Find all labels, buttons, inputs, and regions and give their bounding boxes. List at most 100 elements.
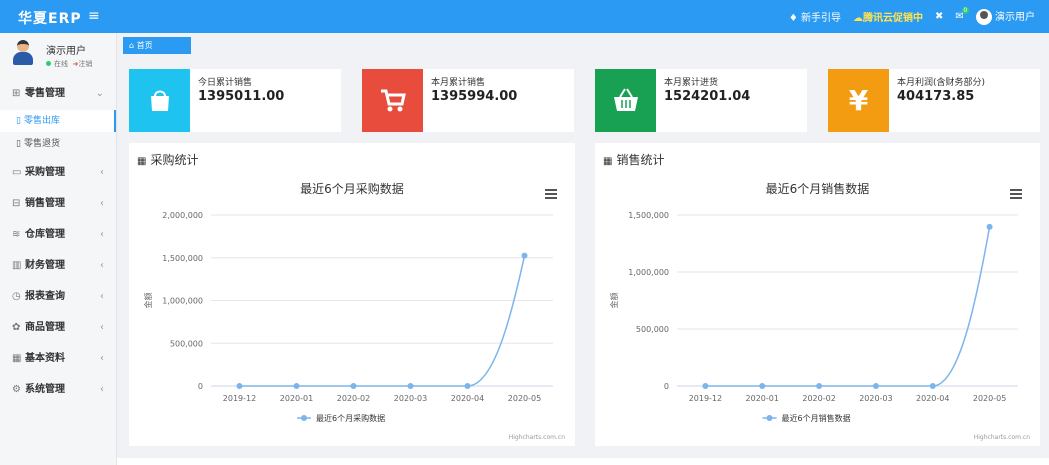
- menu-toggle-icon[interactable]: ≡: [88, 8, 100, 24]
- chart-title: 最近6个月销售数据: [766, 181, 870, 196]
- fullscreen-icon[interactable]: ✖: [935, 11, 943, 22]
- y-tick-label: 500,000: [170, 339, 203, 348]
- sidebar-item-sales[interactable]: ⊟ 销售管理 ‹: [0, 191, 116, 217]
- user-avatar: [12, 40, 34, 66]
- stat-card-month-sales: 本月累计销售 1395994.00: [362, 69, 574, 132]
- data-point: [816, 383, 823, 389]
- sidebar-subitem-label: 零售退货: [23, 139, 60, 149]
- sales-stats-panel: ▦ 销售统计 最近6个月销售数据 0 500,000 1,000,000 1,500,00…: [595, 143, 1040, 446]
- sidebar-item-label: 系统管理: [25, 384, 65, 395]
- data-point: [986, 223, 993, 230]
- y-tick-label: 2,000,000: [162, 211, 203, 220]
- stat-card-today-sales: 今日累计销售 1395011.00: [129, 69, 341, 132]
- user-menu[interactable]: 演示用户: [975, 8, 1035, 25]
- y-tick-label: 1,500,000: [628, 211, 669, 220]
- purchase-stats-panel: ▦ 采购统计 最近6个月采购数据 0 500,000 1,000,000 1,500,00…: [129, 143, 575, 446]
- legend-item: 最近6个月采购数据: [316, 413, 385, 423]
- y-tick-label: 0: [198, 382, 203, 391]
- chevron-down-icon: ⌄: [95, 88, 104, 99]
- stat-card-month-profit: ¥ 本月利润(含财务部分) 404173.85: [828, 69, 1040, 132]
- x-tick-label: 2019-12: [689, 394, 722, 403]
- sales-chart: 最近6个月销售数据 0 500,000 1,000,000 1,500,000 金额 201…: [609, 181, 1030, 441]
- sidebar-subitem-retail-return[interactable]: ▯ 零售退货: [0, 133, 116, 155]
- sidebar-item-label: 采购管理: [25, 167, 65, 178]
- chart-menu-icon[interactable]: [1010, 189, 1022, 199]
- user-status: 在线 ➜注销: [46, 59, 92, 69]
- data-point: [236, 383, 243, 389]
- stat-label: 本月累计进货: [664, 78, 719, 88]
- bottom-strip: [117, 458, 1049, 465]
- sidebar-item-basic-data[interactable]: ▦ 基本资料 ‹: [0, 346, 116, 372]
- sidebar-item-label: 仓库管理: [25, 229, 65, 240]
- stat-label: 本月利润(含财务部分): [897, 78, 986, 88]
- series-line: [239, 255, 526, 387]
- x-tick-label: 2019-12: [223, 394, 256, 403]
- y-tick-label: 1,000,000: [628, 268, 669, 277]
- chevron-left-icon: ‹: [100, 322, 104, 333]
- promo-link[interactable]: ☁腾讯云促销中: [853, 9, 923, 24]
- top-bar: 华夏ERP ≡ ♦ 新手引导 ☁腾讯云促销中 ✖ ✉ 0 演示用户: [0, 0, 1049, 33]
- book-icon: ▥: [12, 260, 22, 271]
- guide-link[interactable]: ♦ 新手引导: [789, 9, 841, 24]
- data-point: [350, 383, 357, 389]
- chart-menu-icon[interactable]: [545, 189, 557, 199]
- th-icon: ▦: [603, 156, 613, 167]
- stat-value: 1524201.04: [664, 89, 751, 104]
- stat-value: 1395011.00: [198, 89, 285, 104]
- y-tick-label: 1,500,000: [162, 254, 203, 263]
- tab-label: 首页: [136, 41, 153, 50]
- x-tick-label: 2020-02: [337, 394, 370, 403]
- y-axis-label: 金额: [609, 293, 619, 309]
- sidebar-item-warehouse[interactable]: ≋ 仓库管理 ‹: [0, 222, 116, 248]
- app-logo[interactable]: 华夏ERP: [18, 8, 82, 28]
- tab-home[interactable]: ⌂ 首页: [123, 37, 191, 54]
- sidebar-item-label: 基本资料: [25, 353, 65, 364]
- gift-icon: ⊞: [12, 88, 21, 99]
- logout-link[interactable]: 注销: [78, 60, 92, 68]
- chart-credit: Highcharts.com.cn: [509, 434, 565, 441]
- promo-label: 腾讯云促销中: [863, 13, 924, 24]
- purchase-chart: 最近6个月采购数据 0 500,000 1,000,000 1,500,000 2,000…: [143, 181, 565, 441]
- home-icon: ⌂: [129, 41, 135, 50]
- data-point: [872, 383, 879, 389]
- x-tick-label: 2020-04: [451, 394, 484, 403]
- sidebar-subitem-retail-out[interactable]: ▯ 零售出库: [0, 110, 116, 132]
- gear-icon: ⚙: [12, 384, 21, 395]
- y-axis-label: 金额: [143, 293, 153, 309]
- sidebar-item-purchase[interactable]: ▭ 采购管理 ‹: [0, 160, 116, 186]
- sidebar-subitem-label: 零售出库: [23, 116, 60, 126]
- sidebar-item-system[interactable]: ⚙ 系统管理 ‹: [0, 377, 116, 403]
- guide-label: 新手引导: [801, 13, 842, 24]
- sidebar-item-label: 商品管理: [25, 322, 65, 333]
- x-tick-label: 2020-05: [508, 394, 541, 403]
- grid-icon: ▦: [12, 353, 22, 364]
- chart-credit: Highcharts.com.cn: [974, 434, 1030, 441]
- chevron-left-icon: ‹: [100, 353, 104, 364]
- data-point: [464, 383, 471, 389]
- sidebar-item-reports[interactable]: ◷ 报表查询 ‹: [0, 284, 116, 310]
- sidebar-item-finance[interactable]: ▥ 财务管理 ‹: [0, 253, 116, 279]
- yen-icon: ¥: [828, 69, 889, 132]
- sidebar-item-label: 财务管理: [25, 260, 65, 271]
- sidebar-item-label: 报表查询: [25, 291, 65, 302]
- panel-title-label: 采购统计: [150, 153, 199, 167]
- x-tick-label: 2020-03: [859, 394, 892, 403]
- diamond-icon: ♦: [788, 13, 798, 24]
- shopping-bag-icon: [129, 69, 190, 132]
- sidebar-item-retail[interactable]: ⊞ 零售管理 ⌄: [0, 81, 116, 107]
- file-icon: ▯: [16, 139, 21, 149]
- top-right-actions: ♦ 新手引导 ☁腾讯云促销中 ✖ ✉ 0 演示用户: [789, 7, 1035, 25]
- layers-icon: ≋: [12, 229, 21, 240]
- chevron-left-icon: ‹: [100, 167, 104, 178]
- sidebar-item-label: 销售管理: [25, 198, 65, 209]
- x-tick-label: 2020-03: [394, 394, 427, 403]
- x-tick-label: 2020-01: [280, 394, 313, 403]
- user-name: 演示用户: [46, 46, 86, 57]
- user-menu-label: 演示用户: [995, 12, 1035, 23]
- mail-button[interactable]: ✉ 0: [955, 7, 969, 22]
- chevron-left-icon: ‹: [100, 198, 104, 209]
- file-icon: ▯: [16, 116, 21, 126]
- sidebar-item-products[interactable]: ✿ 商品管理 ‹: [0, 315, 116, 341]
- data-point: [407, 383, 414, 389]
- legend-marker: [301, 415, 307, 421]
